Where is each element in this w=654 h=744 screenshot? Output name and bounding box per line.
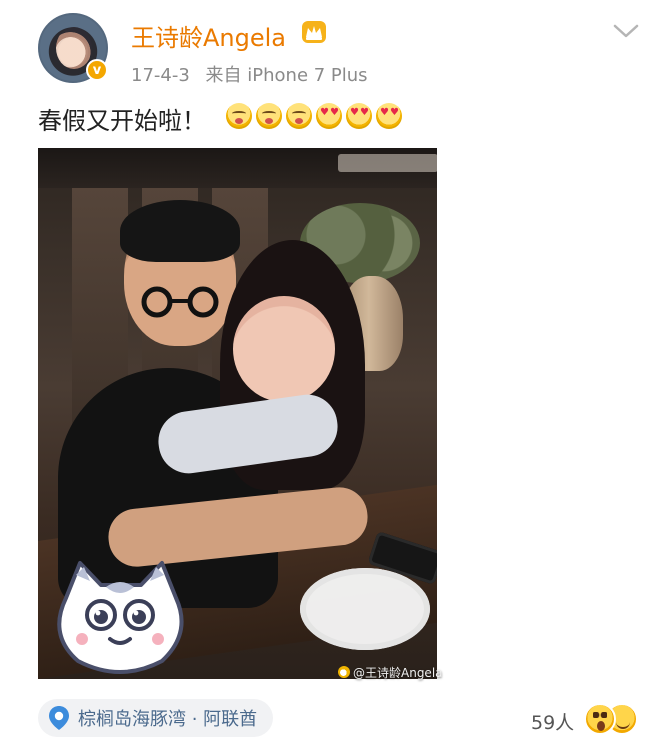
location-label: 棕榈岛海豚湾 · 阿联酋 — [78, 709, 258, 730]
reaction-count[interactable]: 59人 — [531, 708, 574, 735]
post-source[interactable]: 来自 iPhone 7 Plus — [206, 65, 368, 86]
photo-lamp — [338, 154, 437, 172]
kiss-emoji-icon — [226, 103, 252, 129]
photo-plate — [300, 568, 430, 650]
heart-eyes-emoji-icon — [316, 103, 342, 129]
author-name[interactable]: 王诗龄Angela — [131, 18, 286, 53]
kiss-emoji-icon — [256, 103, 282, 129]
post-date: 17-4-3 — [131, 65, 190, 86]
cat-sticker-icon — [57, 561, 184, 674]
location-chip[interactable]: 棕榈岛海豚湾 · 阿联酋 — [38, 699, 274, 737]
heart-eyes-emoji-icon — [376, 103, 402, 129]
photo-man-hair — [120, 200, 240, 262]
post-meta: 17-4-3 来自 iPhone 7 Plus — [131, 61, 378, 87]
post-photo[interactable] — [38, 148, 437, 679]
reaction-icons[interactable] — [584, 703, 640, 735]
kiss-emoji-icon — [286, 103, 312, 129]
avatar-face — [56, 27, 92, 69]
verified-badge-icon: v — [86, 59, 108, 81]
chevron-down-icon[interactable] — [612, 22, 640, 40]
glasses-icon — [141, 286, 219, 318]
surprised-face-icon — [584, 703, 616, 735]
heart-eyes-emoji-icon — [346, 103, 372, 129]
photo-watermark: @王诗龄Angela — [338, 664, 443, 681]
location-pin-icon — [49, 706, 69, 730]
crown-icon — [302, 21, 326, 43]
post-emoji-row — [226, 103, 402, 129]
post-text: 春假又开始啦！ — [38, 107, 206, 135]
weibo-logo-icon — [338, 666, 350, 678]
watermark-text: @王诗龄Angela — [353, 666, 443, 680]
photo-girl-face — [233, 296, 335, 402]
